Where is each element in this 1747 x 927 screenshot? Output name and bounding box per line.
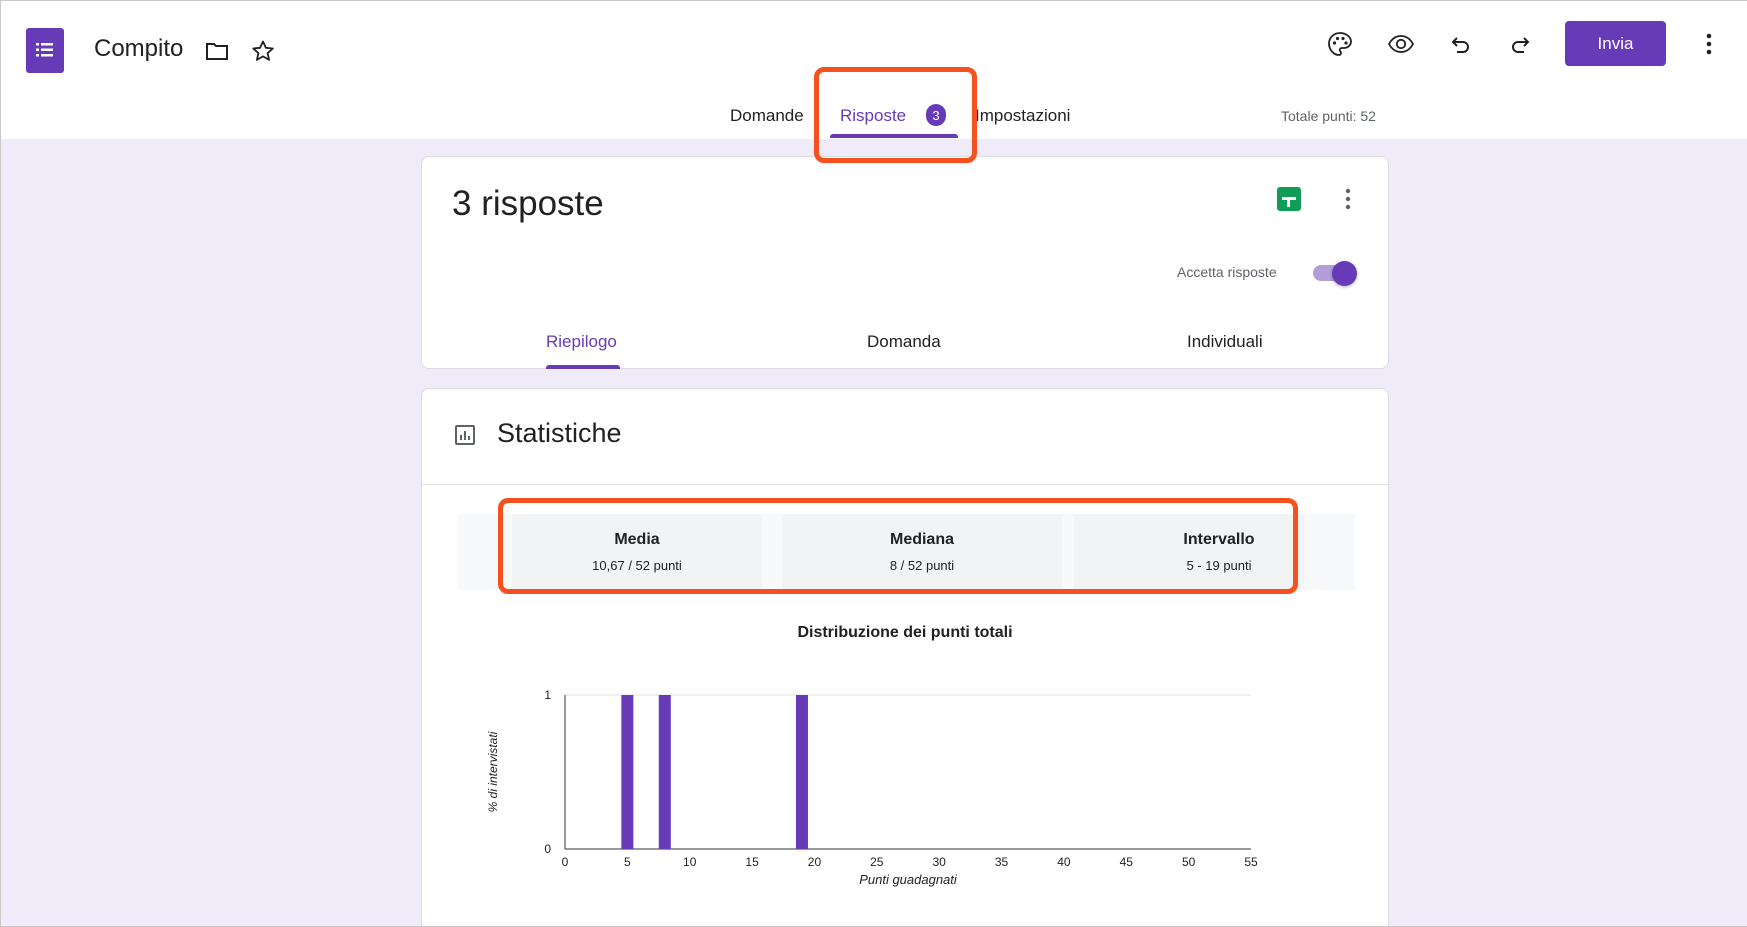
more-options-icon[interactable]	[1338, 185, 1358, 213]
x-tick-label: 40	[1057, 855, 1071, 869]
tab-impostazioni[interactable]: Impostazioni	[975, 106, 1070, 126]
subtab-individuali[interactable]: Individuali	[1187, 332, 1263, 352]
send-button[interactable]: Invia	[1565, 21, 1666, 66]
app-window: Compito Invia Domande Risposte 3 Imposta…	[0, 0, 1747, 927]
x-tick-label: 0	[562, 855, 569, 869]
bar	[621, 695, 634, 849]
document-title[interactable]: Compito	[94, 35, 183, 63]
star-icon[interactable]	[249, 37, 277, 65]
y-axis-label: % di intervistati	[486, 731, 500, 812]
x-axis-label: Punti guadagnati	[859, 872, 958, 887]
x-tick-label: 25	[870, 855, 884, 869]
responses-count-title: 3 risposte	[452, 184, 604, 223]
folder-icon[interactable]	[203, 37, 231, 65]
more-vert-icon[interactable]	[1695, 30, 1723, 58]
eye-icon[interactable]	[1387, 30, 1415, 58]
tab-domande[interactable]: Domande	[730, 106, 804, 126]
x-tick-label: 45	[1120, 855, 1134, 869]
x-tick-label: 20	[808, 855, 822, 869]
x-tick-label: 15	[745, 855, 759, 869]
accept-responses-label: Accetta risposte	[1177, 264, 1277, 280]
highlight-stats-summary	[498, 498, 1298, 594]
subtab-riepilogo[interactable]: Riepilogo	[546, 332, 617, 352]
bar	[658, 695, 671, 849]
sheets-link-icon[interactable]	[1277, 187, 1301, 211]
y-tick-label: 1	[544, 688, 551, 702]
bar	[795, 695, 808, 849]
x-tick-label: 10	[683, 855, 697, 869]
x-tick-label: 55	[1244, 855, 1258, 869]
x-tick-label: 50	[1182, 855, 1196, 869]
palette-icon[interactable]	[1326, 30, 1354, 58]
x-tick-label: 35	[995, 855, 1009, 869]
distribution-chart: 010 5 10 15 20 25 30 35 40 45 50 55Punti guadagnati…	[486, 688, 1258, 887]
toggle-knob[interactable]	[1332, 261, 1357, 286]
statistics-card: Statistiche Media 10,67 / 52 punti Media…	[421, 388, 1389, 926]
subtab-domanda[interactable]: Domanda	[867, 332, 941, 352]
redo-icon[interactable]	[1506, 30, 1534, 58]
x-tick-label: 5	[624, 855, 631, 869]
total-points: Totale punti: 52	[1281, 108, 1376, 124]
x-tick-label: 30	[933, 855, 947, 869]
forms-logo-icon[interactable]	[26, 28, 64, 73]
y-tick-label: 0	[544, 842, 551, 856]
undo-icon[interactable]	[1447, 30, 1475, 58]
highlight-responses-tab	[814, 67, 977, 163]
responses-card: 3 risposte Accetta risposte Riepilogo Do…	[421, 156, 1389, 369]
active-subtab-indicator	[546, 365, 620, 369]
